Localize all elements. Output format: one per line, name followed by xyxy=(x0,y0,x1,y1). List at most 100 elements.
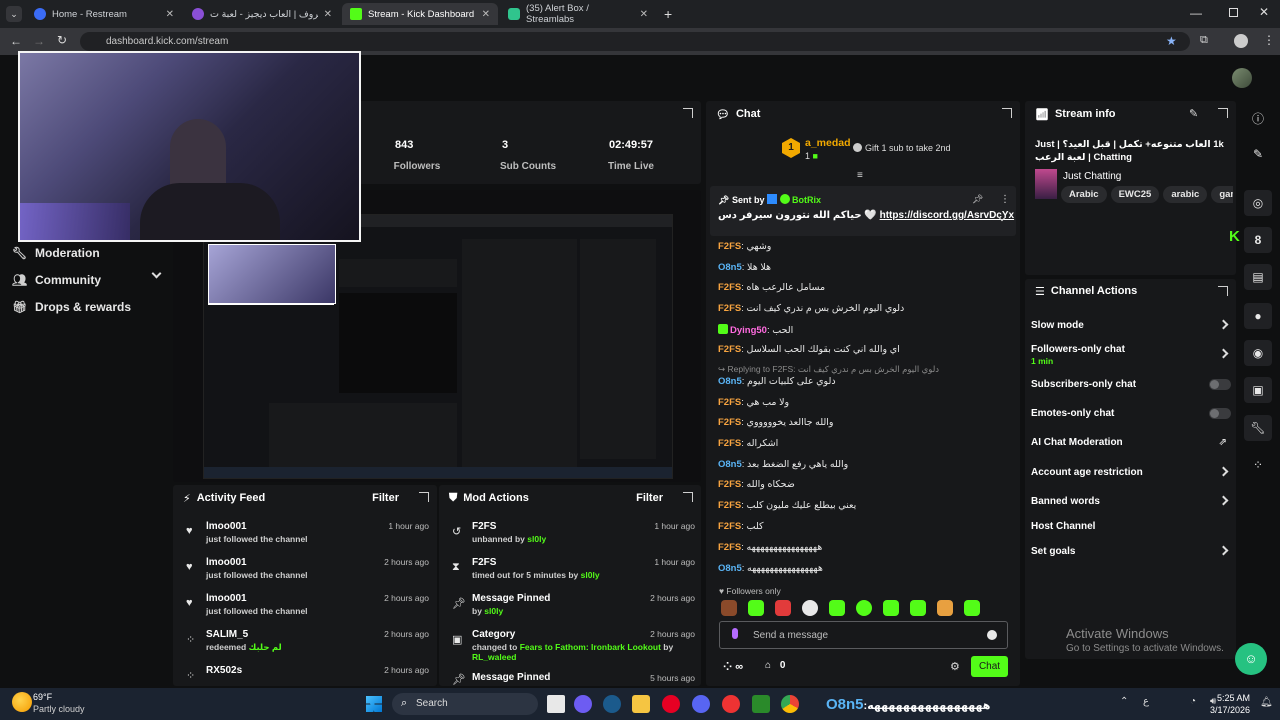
subscribers-only-toggle[interactable] xyxy=(1209,379,1231,390)
chrome-icon[interactable] xyxy=(781,695,799,713)
chat-username[interactable]: F2FS xyxy=(718,479,741,490)
account-age-row[interactable]: Account age restriction xyxy=(1031,466,1231,479)
menu-icon[interactable]: ⋮ xyxy=(1263,33,1275,47)
emote-icon[interactable] xyxy=(964,600,980,616)
host-channel-row[interactable]: Host Channel xyxy=(1031,521,1231,533)
mod-by[interactable]: sl0ly xyxy=(484,606,503,616)
chat-username[interactable]: O8n5 xyxy=(718,563,742,574)
taskbar-search[interactable]: ⌕ Search xyxy=(392,693,538,715)
chat-username[interactable]: F2FS xyxy=(718,344,741,355)
emoji-icon[interactable] xyxy=(987,630,997,640)
profile-avatar[interactable] xyxy=(1234,34,1248,48)
sidebar-item-moderation[interactable]: 🔧︎ Moderation xyxy=(12,246,100,260)
mod-by[interactable]: sl0ly xyxy=(581,570,600,580)
pinterest-icon[interactable] xyxy=(662,695,680,713)
mod-by[interactable]: RL_waleed xyxy=(472,652,516,662)
support-chat-button[interactable]: ☺ xyxy=(1235,643,1267,675)
browser-tab-huroof[interactable]: لعبة حروف | العاب ديجيز - لعبة ت ✕ xyxy=(184,3,340,25)
filter-button[interactable]: Filter xyxy=(372,492,399,504)
emote-icon[interactable] xyxy=(748,600,764,616)
weather-icon[interactable] xyxy=(12,692,32,712)
emote-icon[interactable] xyxy=(802,600,818,616)
chat-username[interactable]: F2FS xyxy=(718,417,741,428)
chat-username[interactable]: Dying50 xyxy=(730,325,767,336)
close-tab-icon[interactable]: ✕ xyxy=(166,9,174,20)
close-tab-icon[interactable]: ✕ xyxy=(324,9,332,20)
popout-icon[interactable] xyxy=(419,492,429,502)
browser-tab-kick[interactable]: Stream - Kick Dashboard ✕ xyxy=(342,3,498,25)
stream-category[interactable]: Just Chatting xyxy=(1063,171,1121,182)
microphone-icon[interactable] xyxy=(732,628,738,639)
more-options-icon[interactable]: ⋮ xyxy=(1000,194,1010,205)
back-icon[interactable]: ← xyxy=(10,34,22,48)
chat-username[interactable]: F2FS xyxy=(718,397,741,408)
tag[interactable]: gam xyxy=(1211,186,1233,203)
reply-reference[interactable]: ↪ Replying to F2FS: دلوي اليوم الخرش بس … xyxy=(718,364,1018,375)
chat-username[interactable]: O8n5 xyxy=(718,459,742,470)
sidebar-item-community[interactable]: 👥︎ Community xyxy=(12,268,162,287)
channel-points[interactable]: ⁘ ∞ xyxy=(723,660,743,673)
store-button[interactable]: ⌂ 0 xyxy=(765,660,785,671)
copilot-icon[interactable] xyxy=(574,695,592,713)
filter-button[interactable]: Filter xyxy=(636,492,663,504)
tray-chevron-icon[interactable]: ⌃ xyxy=(1120,696,1128,707)
tag[interactable]: EWC25 xyxy=(1110,186,1160,203)
forward-icon[interactable]: → xyxy=(33,34,45,48)
popout-icon[interactable] xyxy=(1002,108,1012,118)
edit-icon[interactable]: ✎ xyxy=(1189,107,1198,120)
popout-icon[interactable] xyxy=(1218,108,1228,118)
chat-username[interactable]: F2FS xyxy=(718,521,741,532)
info-icon[interactable]: ⓘ xyxy=(1244,105,1272,131)
chat-username[interactable]: F2FS xyxy=(718,241,741,252)
eight-ball-icon[interactable]: 8 xyxy=(1244,227,1272,253)
emote-icon[interactable] xyxy=(910,600,926,616)
unpin-icon[interactable]: 📌︎ xyxy=(972,194,983,205)
emote-icon[interactable] xyxy=(829,600,845,616)
chat-username[interactable]: O8n5 xyxy=(718,376,742,387)
emote-icon[interactable] xyxy=(856,600,872,616)
emote-icon[interactable] xyxy=(883,600,899,616)
clock[interactable]: 5:25 AM 3/17/2026 xyxy=(1210,692,1250,716)
browser-tab-restream[interactable]: Home - Restream ✕ xyxy=(26,3,182,25)
capture-icon[interactable]: ◎ xyxy=(1244,190,1272,216)
bookmark-star-icon[interactable]: ★ xyxy=(1166,34,1177,48)
top-gifter-name[interactable]: a_medad xyxy=(805,137,851,149)
chat-username[interactable]: F2FS xyxy=(718,500,741,511)
feed-user[interactable]: SALIM_5 xyxy=(206,629,248,640)
chat-username[interactable]: O8n5 xyxy=(718,262,742,273)
file-explorer-icon[interactable] xyxy=(632,695,650,713)
kick-app-icon[interactable] xyxy=(752,695,770,713)
pencil-icon[interactable]: ✎ xyxy=(1244,141,1272,167)
popout-icon[interactable] xyxy=(683,108,693,118)
broadcast-icon[interactable]: ◉ xyxy=(1244,340,1272,366)
discord-icon[interactable] xyxy=(692,695,710,713)
emote-icon[interactable] xyxy=(937,600,953,616)
network-icon[interactable]: ◔ xyxy=(1190,696,1196,707)
slow-mode-row[interactable]: Slow mode xyxy=(1031,319,1231,332)
close-window-icon[interactable]: ✕ xyxy=(1259,5,1269,19)
send-chat-button[interactable]: Chat xyxy=(971,656,1008,677)
emotes-only-toggle[interactable] xyxy=(1209,408,1231,419)
users-icon[interactable]: ▣ xyxy=(1244,377,1272,403)
tab-search-button[interactable]: ⌄ xyxy=(6,6,22,22)
address-bar[interactable]: dashboard.kick.com/stream xyxy=(80,32,1190,51)
language-indicator[interactable]: ع xyxy=(1143,696,1149,707)
weather-temp[interactable]: 69°F xyxy=(33,692,52,702)
chat-input[interactable]: Send a message xyxy=(719,621,1008,649)
maximize-icon[interactable] xyxy=(1229,8,1238,17)
set-goals-row[interactable]: Set goals xyxy=(1031,545,1231,558)
pinned-link[interactable]: https://discord.gg/AsrvDcYx xyxy=(880,210,1014,221)
ai-moderation-row[interactable]: AI Chat Moderation ⇗ xyxy=(1031,437,1231,449)
feed-user[interactable]: RX502s xyxy=(206,665,242,676)
user-avatar[interactable] xyxy=(1232,68,1252,88)
reload-icon[interactable]: ↻ xyxy=(57,33,67,47)
chat-username[interactable]: F2FS xyxy=(718,282,741,293)
close-tab-icon[interactable]: ✕ xyxy=(482,9,490,20)
category-link[interactable]: Fears to Fathom: Ironbark Lookout xyxy=(520,642,661,652)
points-icon[interactable]: ⁘ xyxy=(1244,452,1272,478)
emote-icon[interactable] xyxy=(775,600,791,616)
wrench-icon[interactable]: 🔧︎ xyxy=(1244,415,1272,441)
sidebar-item-drops[interactable]: 🎁︎ Drops & rewards xyxy=(12,300,131,314)
popout-icon[interactable] xyxy=(1218,286,1228,296)
popout-icon[interactable] xyxy=(683,492,693,502)
